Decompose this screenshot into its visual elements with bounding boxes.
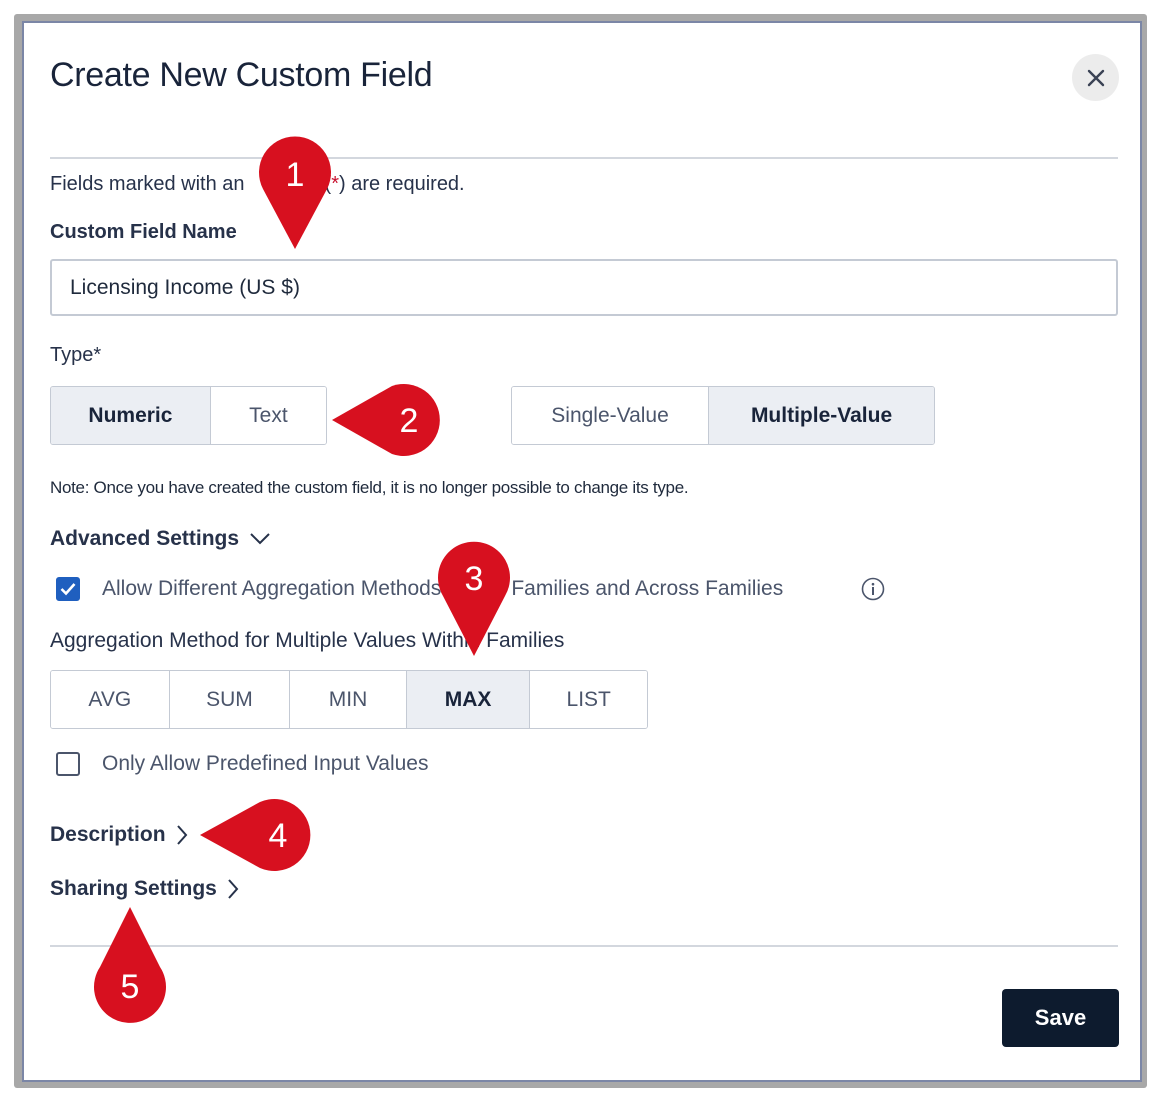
value-mode-toggle: Single-Value Multiple-Value <box>511 386 935 445</box>
numeric-type-button[interactable]: Numeric <box>51 387 211 444</box>
chevron-down-icon <box>250 533 270 545</box>
custom-field-name-label: Custom Field Name <box>50 221 237 243</box>
svg-text:3: 3 <box>465 560 484 598</box>
description-toggle[interactable]: Description <box>50 823 188 847</box>
aggregation-method-toggle: AVG SUM MIN MAX LIST <box>50 670 648 729</box>
checkmark-icon <box>60 583 76 596</box>
aggregation-min-button[interactable]: MIN <box>290 671 407 728</box>
save-button[interactable]: Save <box>1002 989 1119 1047</box>
header-divider <box>50 157 1118 159</box>
sharing-settings-label: Sharing Settings <box>50 877 217 900</box>
footer-divider <box>50 945 1118 947</box>
type-label: Type* <box>50 344 102 366</box>
svg-text:4: 4 <box>269 817 288 855</box>
aggregation-max-button[interactable]: MAX <box>406 671 531 728</box>
sharing-settings-toggle[interactable]: Sharing Settings <box>50 877 239 901</box>
single-value-button[interactable]: Single-Value <box>512 387 710 444</box>
predefined-values-label: Only Allow Predefined Input Values <box>102 752 429 775</box>
close-button[interactable] <box>1072 54 1119 101</box>
chevron-right-icon <box>228 879 239 899</box>
info-icon[interactable] <box>861 577 885 601</box>
multiple-value-button[interactable]: Multiple-Value <box>709 387 934 444</box>
close-icon <box>1087 69 1104 86</box>
data-type-toggle: Numeric Text <box>50 386 327 445</box>
allow-different-aggregation-checkbox[interactable] <box>56 577 80 601</box>
callout-marker-3: 3 <box>438 541 510 656</box>
callout-marker-2: 2 <box>332 384 440 456</box>
callout-marker-5: 5 <box>94 907 166 1023</box>
svg-text:5: 5 <box>121 968 140 1006</box>
advanced-settings-toggle[interactable]: Advanced Settings <box>50 527 271 551</box>
aggregation-list-button[interactable]: LIST <box>530 671 647 728</box>
chevron-right-icon <box>176 825 187 845</box>
aggregation-sum-button[interactable]: SUM <box>169 671 291 728</box>
callout-marker-4: 4 <box>200 799 311 871</box>
svg-text:1: 1 <box>286 156 305 194</box>
aggregation-avg-button[interactable]: AVG <box>51 671 170 728</box>
callout-marker-1: 1 <box>259 136 331 249</box>
advanced-settings-label: Advanced Settings <box>50 527 240 550</box>
custom-field-name-input[interactable] <box>50 259 1118 316</box>
description-label: Description <box>50 823 166 846</box>
predefined-values-checkbox[interactable] <box>56 752 80 776</box>
svg-text:2: 2 <box>400 402 419 440</box>
text-type-button[interactable]: Text <box>210 387 326 444</box>
type-change-note: Note: Once you have created the custom f… <box>50 478 689 497</box>
dialog-title: Create New Custom Field <box>50 56 433 94</box>
